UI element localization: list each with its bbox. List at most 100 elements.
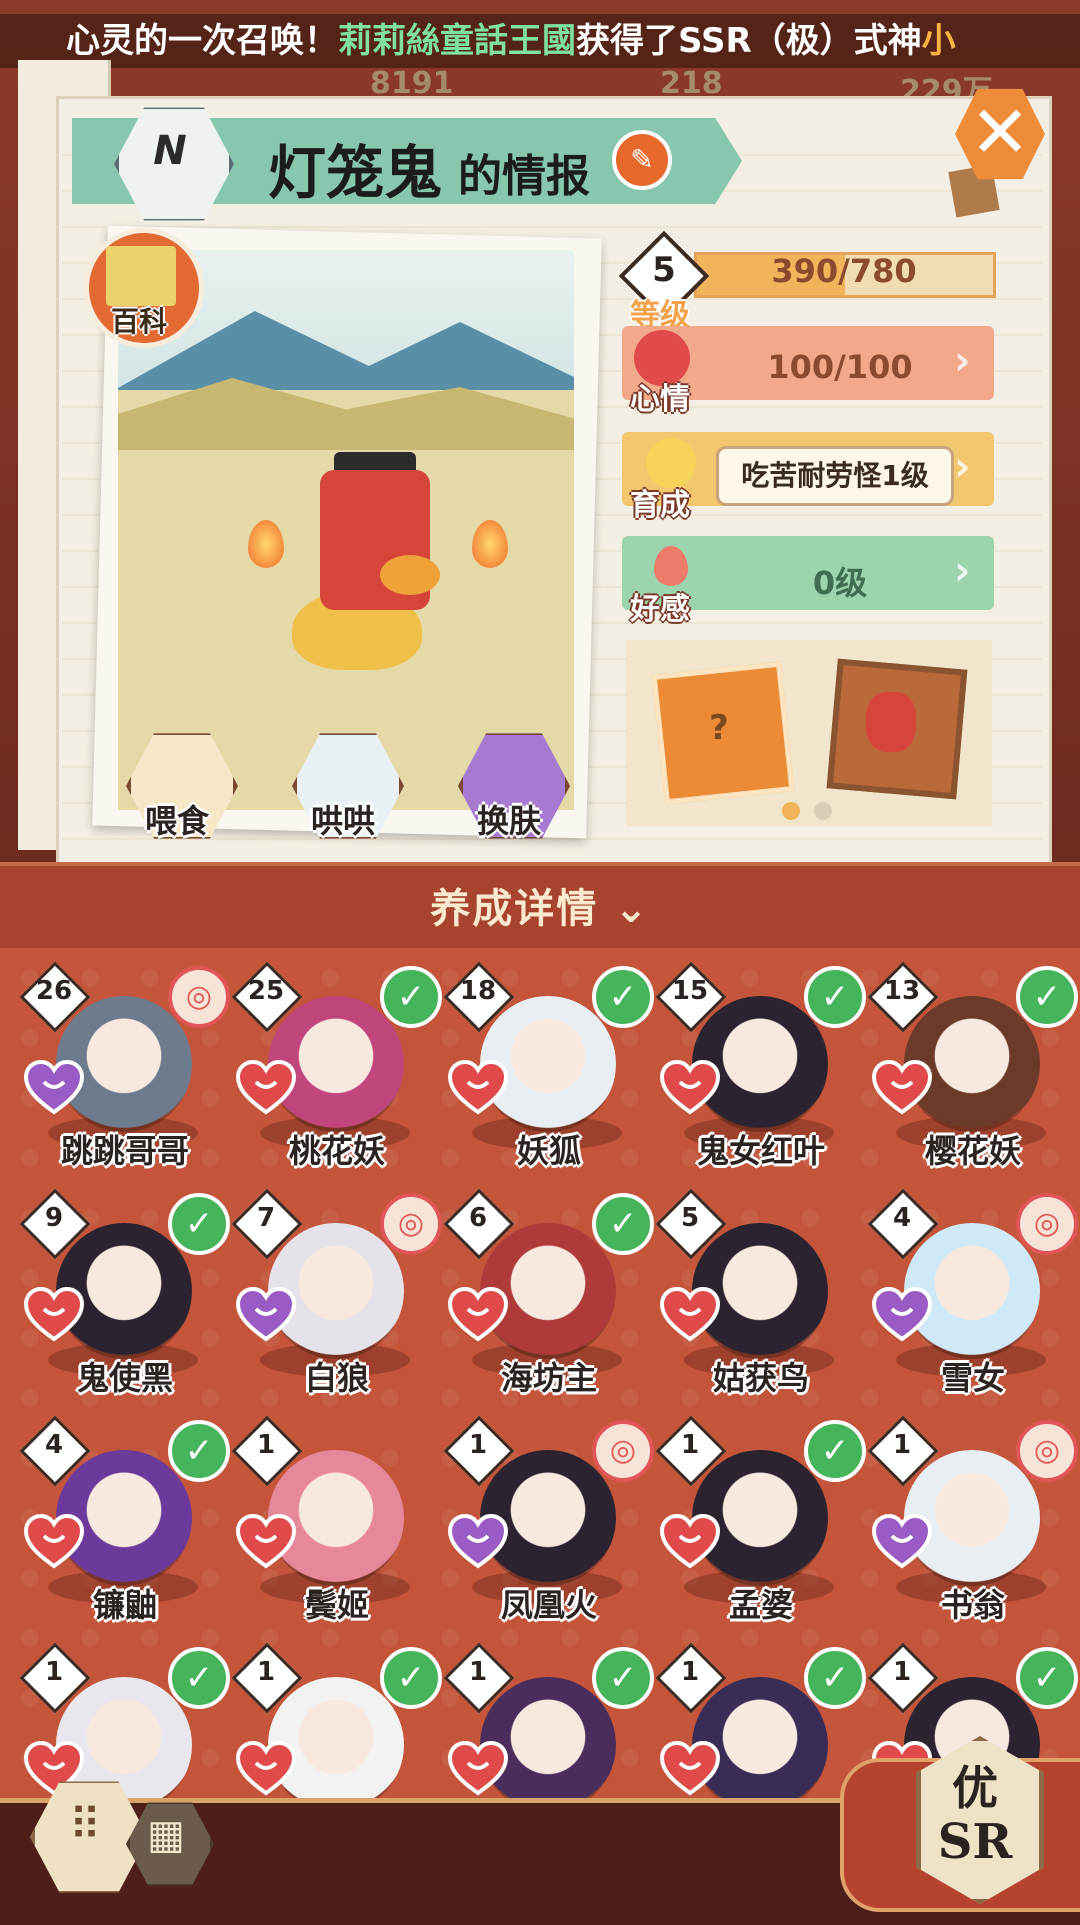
rarity-filter-top: 优 [952, 1761, 998, 1815]
affinity-heart-icon [871, 1286, 933, 1343]
shikigami-card[interactable]: 1 ◎ 凤凰火 [443, 1414, 654, 1626]
shikigami-level: 25 [247, 976, 285, 1006]
shikigami-level: 6 [468, 1203, 488, 1233]
affinity-heart-icon [235, 1286, 297, 1343]
ticker-player-name: 莉莉絲童話王國 [338, 21, 576, 61]
affinity-heart-icon [447, 1513, 509, 1570]
feed-label: 喂食 [144, 802, 209, 840]
edit-pencil-icon[interactable]: ✎ [612, 130, 672, 190]
shikigami-name: 樱花妖 [924, 1132, 1021, 1170]
coax-label: 哄哄 [310, 802, 375, 840]
shikigami-name: 白狼 [304, 1359, 369, 1397]
shikigami-card[interactable]: 1 ✓ [231, 1641, 442, 1798]
activity-ring-icon: ◎ [168, 966, 230, 1028]
shikigami-card[interactable]: 1 ◎ 书翁 [867, 1414, 1078, 1626]
shikigami-name: 孟婆 [728, 1586, 793, 1624]
shikigami-card[interactable]: 18 ✓ 妖狐 [443, 960, 654, 1172]
affinity-heart-icon [23, 1286, 85, 1343]
shikigami-card[interactable]: 1 鬓姬 [231, 1414, 432, 1626]
affinity-heart-icon [659, 1059, 721, 1116]
activity-ring-icon: ◎ [1016, 1420, 1078, 1482]
shikigami-card[interactable]: 1 ✓ [443, 1641, 654, 1798]
level-number: 5 [652, 250, 676, 290]
mood-label: 心情 [630, 382, 690, 417]
checkmark-icon: ✓ [804, 1647, 866, 1709]
announcement-ticker: 心灵的一次召唤！莉莉絲童話王國获得了SSR（极）式神小 [0, 14, 1080, 68]
affinity-heart-icon [659, 1286, 721, 1343]
close-icon[interactable]: ✕ [955, 90, 1045, 174]
shikigami-name: 跳跳哥哥 [60, 1132, 189, 1170]
affinity-heart-icon [447, 1059, 509, 1116]
affinity-peach-icon [654, 546, 688, 586]
growth-value: 吃苦耐劳怪1级 [741, 459, 929, 492]
shikigami-card[interactable]: 1 ✓ [655, 1641, 866, 1798]
shikigami-name: 雪女 [940, 1359, 1005, 1397]
shikigami-level: 1 [892, 1657, 912, 1687]
shikigami-name: 姑获鸟 [712, 1359, 809, 1397]
affinity-heart-icon [235, 1059, 297, 1116]
detail-label-text: 养成详情 [430, 886, 599, 932]
daruma-icon [866, 692, 916, 752]
checkmark-icon: ✓ [380, 966, 442, 1028]
shikigami-level: 7 [256, 1203, 276, 1233]
affinity-heart-icon [23, 1059, 85, 1116]
activity-ring-icon: ◎ [592, 1420, 654, 1482]
shikigami-card[interactable]: 1 ✓ [20, 1641, 230, 1798]
shikigami-level: 4 [44, 1430, 64, 1460]
shikigami-card[interactable]: 1 ✓ 孟婆 [655, 1414, 866, 1626]
shikigami-level: 1 [680, 1657, 700, 1687]
checkmark-icon: ✓ [592, 1647, 654, 1709]
wiki-book-icon[interactable] [106, 246, 176, 306]
affinity-heart-icon [659, 1513, 721, 1570]
checkmark-icon: ✓ [168, 1420, 230, 1482]
page-dot[interactable] [814, 802, 832, 820]
shikigami-level: 1 [256, 1657, 276, 1687]
currency-bar: 8191 218 229万 [330, 66, 1030, 109]
shikigami-card[interactable]: 25 ✓ 桃花妖 [231, 960, 442, 1172]
shikigami-name: 妖狐 [516, 1132, 581, 1170]
mood-chevron-icon: › [954, 338, 971, 384]
affinity-label: 好感 [630, 592, 690, 627]
affinity-value: 0级 [812, 564, 868, 602]
shikigami-name: 鬼使黑 [76, 1359, 173, 1397]
shikigami-card[interactable]: 9 ✓ 鬼使黑 [20, 1187, 230, 1399]
grid-view-icon[interactable]: ⠿ [40, 1800, 130, 1851]
list-view-icon[interactable]: ▦ [126, 1812, 206, 1858]
question-cloud-icon: ? [709, 708, 729, 748]
rarity-filter-bottom: SR [937, 1814, 1013, 1870]
page-dot-active[interactable] [782, 802, 800, 820]
shikigami-level: 26 [35, 976, 73, 1006]
shikigami-card[interactable]: 13 ✓ 樱花妖 [867, 960, 1078, 1172]
growth-label: 育成 [630, 488, 690, 523]
shikigami-level: 4 [892, 1203, 912, 1233]
shikigami-card[interactable]: 26 ◎ 跳跳哥哥 [20, 960, 230, 1172]
shikigami-level: 1 [256, 1430, 276, 1460]
shikigami-name: 桃花妖 [288, 1132, 385, 1170]
activity-ring-icon: ◎ [1016, 1193, 1078, 1255]
wiki-label: 百科 [110, 305, 167, 338]
detail-toggle-label[interactable]: 养成详情 ⌄ [0, 876, 1080, 934]
checkmark-icon: ✓ [592, 1193, 654, 1255]
shikigami-level: 15 [671, 976, 709, 1006]
affinity-heart-icon [23, 1513, 85, 1570]
shikigami-level: 5 [680, 1203, 700, 1233]
shikigami-name: 鬓姬 [304, 1586, 369, 1624]
shikigami-level: 18 [459, 976, 497, 1006]
checkmark-icon: ✓ [168, 1193, 230, 1255]
shikigami-card[interactable]: 4 ◎ 雪女 [867, 1187, 1078, 1399]
ticker-shikigami: 小 [921, 21, 956, 61]
affinity-heart-icon [447, 1740, 509, 1797]
shikigami-level: 1 [680, 1430, 700, 1460]
shikigami-card[interactable]: 15 ✓ 鬼女红叶 [655, 960, 866, 1172]
affinity-heart-icon [235, 1740, 297, 1797]
shikigami-card[interactable]: 7 ◎ 白狼 [231, 1187, 442, 1399]
checkmark-icon: ✓ [1016, 966, 1078, 1028]
affinity-heart-icon [659, 1740, 721, 1797]
shikigami-name: 灯笼鬼 [268, 139, 443, 207]
shikigami-level: 1 [892, 1430, 912, 1460]
shikigami-name: 书翁 [940, 1586, 1005, 1624]
double-chevron-down-icon: ⌄ [614, 886, 650, 932]
shikigami-card[interactable]: 6 ✓ 海坊主 [443, 1187, 654, 1399]
shikigami-card[interactable]: 5 姑获鸟 [655, 1187, 856, 1399]
shikigami-card[interactable]: 4 ✓ 镰鼬 [20, 1414, 230, 1626]
